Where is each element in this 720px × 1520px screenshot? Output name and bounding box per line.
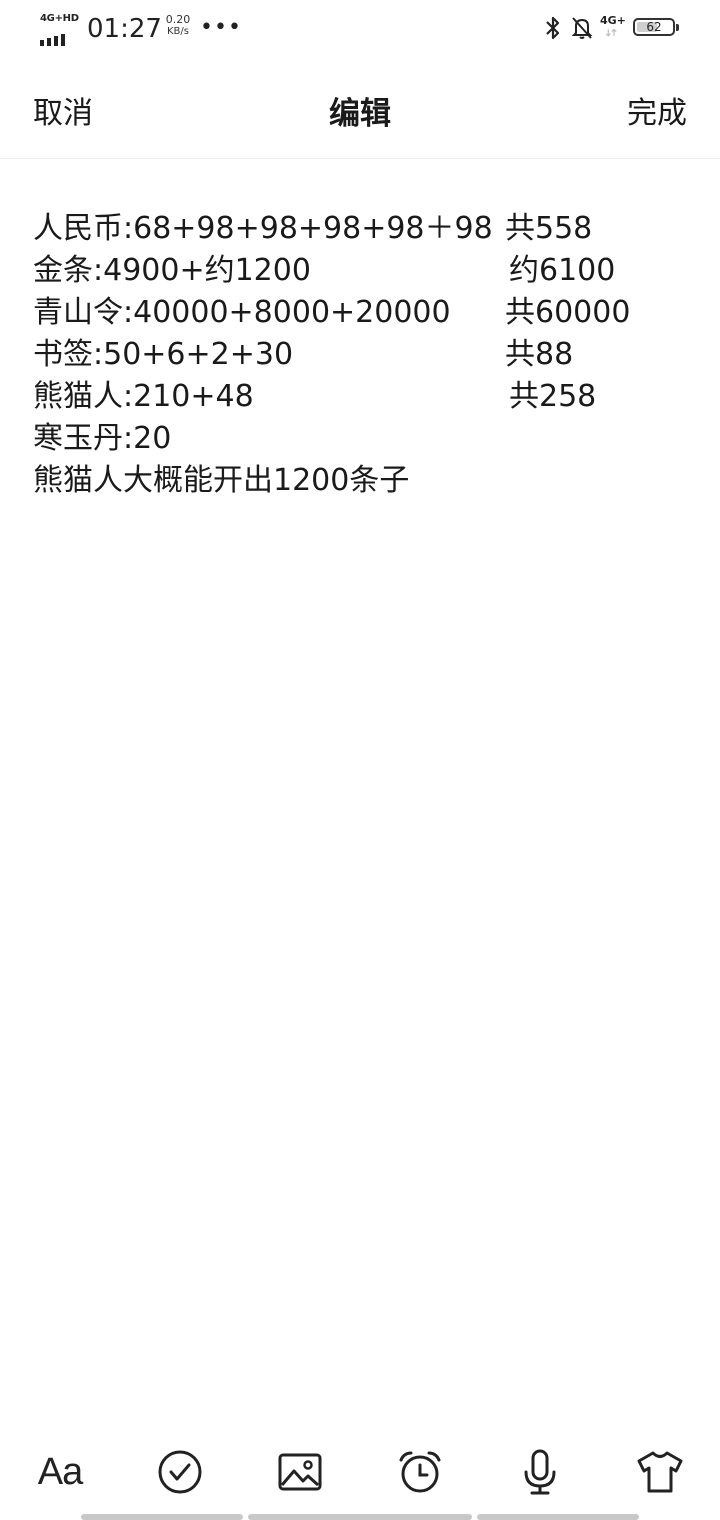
bell-off-icon (571, 17, 593, 39)
signal-icon: 4G+HD (38, 13, 82, 46)
note-line: 青山令:40000+8000+20000 共60000 (33, 292, 693, 334)
note-line: 人民币:68+98+98+98+98＋98 共558 (33, 208, 693, 250)
network-type-label: 4G+HD (40, 13, 79, 24)
done-button[interactable]: 完成 (627, 88, 687, 132)
note-line-text: 人民币:68+98+98+98+98＋98 (33, 211, 493, 246)
signal-bars (40, 27, 68, 46)
nav-indicator (248, 1514, 472, 1520)
note-line: 寒玉丹:20 (33, 418, 693, 460)
nav-indicator (477, 1514, 639, 1520)
note-line-text: 书签:50+6+2+30 (33, 337, 294, 372)
battery-level: 62 (646, 20, 662, 34)
battery-tip (676, 24, 679, 31)
text-format-button[interactable]: Aa (30, 1438, 90, 1506)
reminder-button[interactable] (390, 1438, 450, 1506)
note-line-total: 共258 (509, 379, 597, 414)
checklist-icon (158, 1450, 202, 1494)
nav-bar: 取消 编辑 完成 (0, 70, 720, 159)
text-format-icon: Aa (37, 1450, 83, 1493)
status-bar: 4G+HD 01:27 0.20 KB/s ••• 4G+ 62 (0, 0, 720, 58)
mobile-data-label: 4G+ (600, 14, 626, 27)
microphone-icon (524, 1449, 556, 1495)
mobile-data-icon: 4G+ (600, 14, 628, 42)
note-line-text: 熊猫人大概能开出1200条子 (33, 463, 410, 498)
network-speed-unit: KB/s (167, 26, 189, 37)
nav-indicator (81, 1514, 243, 1520)
shirt-theme-icon (637, 1451, 683, 1493)
note-line-text: 青山令:40000+8000+20000 (33, 295, 451, 330)
network-speed-value: 0.20 (165, 13, 191, 26)
battery-icon: 62 (633, 18, 675, 36)
note-line: 书签:50+6+2+30 共88 (33, 334, 693, 376)
note-line-total: 共88 (505, 337, 574, 372)
note-line-text: 熊猫人:210+48 (33, 379, 254, 414)
bottom-toolbar: Aa (0, 1438, 720, 1506)
bluetooth-icon (546, 16, 560, 40)
note-line: 熊猫人大概能开出1200条子 (33, 460, 693, 502)
status-time: 01:27 (87, 14, 162, 44)
insert-image-button[interactable] (270, 1438, 330, 1506)
note-line-total: 共60000 (505, 295, 631, 330)
network-speed: 0.20 KB/s (162, 14, 194, 38)
more-notifications-icon: ••• (200, 15, 242, 40)
alarm-clock-icon (399, 1451, 441, 1493)
note-line-text: 寒玉丹:20 (33, 421, 172, 456)
checklist-button[interactable] (150, 1438, 210, 1506)
note-line-text: 金条:4900+约1200 (33, 253, 311, 288)
theme-button[interactable] (630, 1438, 690, 1506)
voice-input-button[interactable] (510, 1438, 570, 1506)
note-line-total: 约6100 (509, 253, 616, 288)
note-line: 金条:4900+约1200 约6100 (33, 250, 693, 292)
page-title: 编辑 (329, 96, 391, 132)
note-line: 熊猫人:210+48 共258 (33, 376, 693, 418)
image-icon (278, 1453, 322, 1491)
note-line-total: 共558 (505, 211, 593, 246)
note-editor[interactable]: 人民币:68+98+98+98+98＋98 共558 金条:4900+约1200… (33, 208, 693, 1408)
